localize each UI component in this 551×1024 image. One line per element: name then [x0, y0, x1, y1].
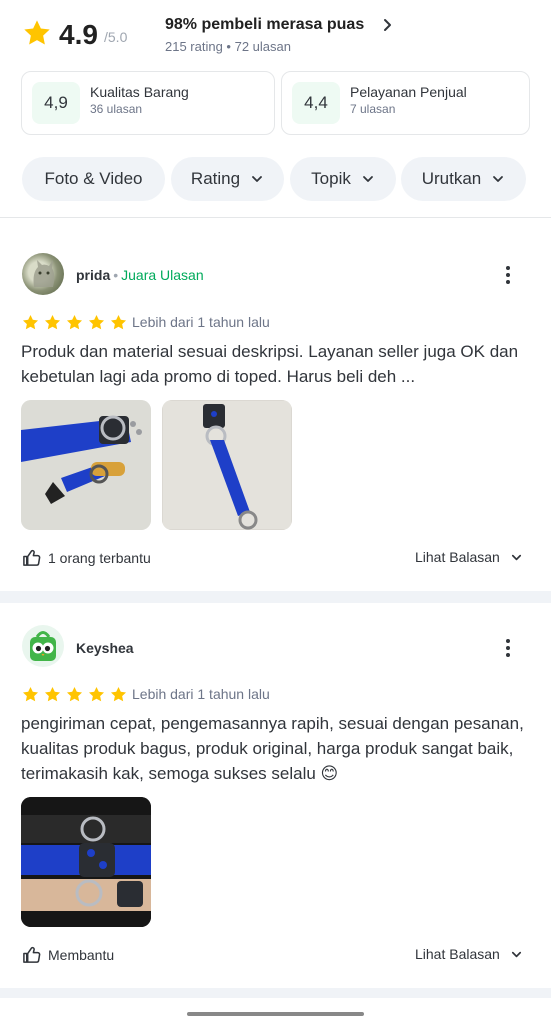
tokopedia-owl-avatar — [30, 631, 56, 661]
star-icon — [88, 314, 105, 330]
star-icon — [66, 686, 83, 702]
thumbs-up-icon — [23, 946, 41, 963]
filter-label: Foto & Video — [44, 169, 143, 188]
view-reply-button[interactable]: Lihat Balasan — [415, 946, 523, 962]
reviewer-name: Keyshea — [76, 640, 134, 656]
rating-summary: 4.9 /5.0 98% pembeli merasa puas 215 rat… — [0, 0, 551, 218]
satisfaction-link[interactable]: 98% pembeli merasa puas — [165, 16, 364, 34]
star-rating — [21, 685, 128, 704]
review-time: Lebih dari 1 tahun lalu — [132, 314, 270, 330]
reviewer-name-text: prida — [76, 267, 111, 283]
filter-photo-video[interactable]: Foto & Video — [22, 157, 165, 201]
avatar[interactable] — [22, 253, 64, 295]
star-icon — [110, 686, 127, 702]
filter-topik[interactable]: Topik — [290, 157, 396, 201]
filter-label: Rating — [190, 169, 241, 188]
rating-count: 215 rating • 72 ulasan — [165, 39, 291, 54]
star-icon — [88, 686, 105, 702]
thumbs-up-icon — [23, 549, 41, 566]
view-reply-label: Lihat Balasan — [415, 946, 500, 962]
sort-label: Urutkan — [421, 169, 482, 188]
filter-rating[interactable]: Rating — [171, 157, 284, 201]
sort-button[interactable]: Urutkan — [401, 157, 526, 201]
quality-label: Kualitas Barang — [90, 84, 189, 100]
seller-service-card[interactable]: 4,4 Pelayanan Penjual 7 ulasan — [281, 71, 530, 135]
service-label: Pelayanan Penjual — [350, 84, 467, 100]
view-reply-label: Lihat Balasan — [415, 549, 500, 565]
chevron-down-icon — [511, 951, 521, 957]
star-icon — [22, 314, 39, 330]
review-item: Keyshea Lebih dari 1 tahun lalu pengirim… — [0, 603, 551, 988]
chevron-down-icon — [493, 176, 504, 182]
review-photo[interactable] — [21, 400, 151, 530]
star-icon — [24, 20, 50, 45]
section-separator — [0, 988, 551, 998]
star-rating — [21, 313, 128, 332]
quality-score: 4,9 — [32, 82, 80, 124]
view-reply-button[interactable]: Lihat Balasan — [415, 549, 523, 565]
review-photo[interactable] — [21, 797, 151, 927]
chevron-right-icon[interactable] — [381, 16, 395, 34]
collar-photo — [21, 400, 151, 530]
helpful-label: Membantu — [48, 946, 115, 963]
avatar[interactable] — [22, 625, 64, 667]
star-icon — [66, 314, 83, 330]
home-indicator[interactable] — [187, 1012, 364, 1016]
more-options-icon[interactable] — [500, 637, 516, 659]
quality-count: 36 ulasan — [90, 102, 143, 116]
collar-photo — [162, 400, 292, 530]
reviewer-name: prida • Juara Ulasan — [76, 267, 204, 283]
review-text[interactable]: Produk dan material sesuai deskripsi. La… — [21, 339, 533, 389]
filter-label: Topik — [311, 169, 351, 188]
star-icon — [22, 686, 39, 702]
review-item: prida • Juara Ulasan Lebih dari 1 tahun la… — [0, 218, 551, 591]
reviewer-badge: Juara Ulasan — [121, 267, 204, 283]
review-text[interactable]: pengiriman cepat, pengemasannya rapih, s… — [21, 711, 533, 786]
review-photo[interactable] — [162, 400, 292, 530]
star-icon — [44, 314, 61, 330]
chevron-down-icon — [252, 176, 262, 182]
helpful-label: 1 orang terbantu — [48, 549, 151, 566]
star-icon — [110, 314, 127, 330]
chevron-down-icon — [362, 176, 373, 182]
overall-rating: 4.9 — [59, 19, 98, 50]
helpful-button[interactable]: Membantu — [22, 945, 114, 964]
service-score: 4,4 — [292, 82, 340, 124]
more-options-icon[interactable] — [500, 264, 516, 286]
review-time: Lebih dari 1 tahun lalu — [132, 686, 270, 702]
rating-max: /5.0 — [104, 29, 128, 45]
chevron-down-icon — [511, 554, 521, 560]
badge-separator: • — [113, 267, 119, 283]
service-count: 7 ulasan — [350, 102, 396, 116]
cat-photo — [33, 260, 55, 287]
star-icon — [44, 686, 61, 702]
section-separator — [0, 591, 551, 603]
quality-rating-card[interactable]: 4,9 Kualitas Barang 36 ulasan — [21, 71, 275, 135]
helpful-button[interactable]: 1 orang terbantu — [22, 548, 151, 567]
collars-photo — [21, 797, 151, 927]
